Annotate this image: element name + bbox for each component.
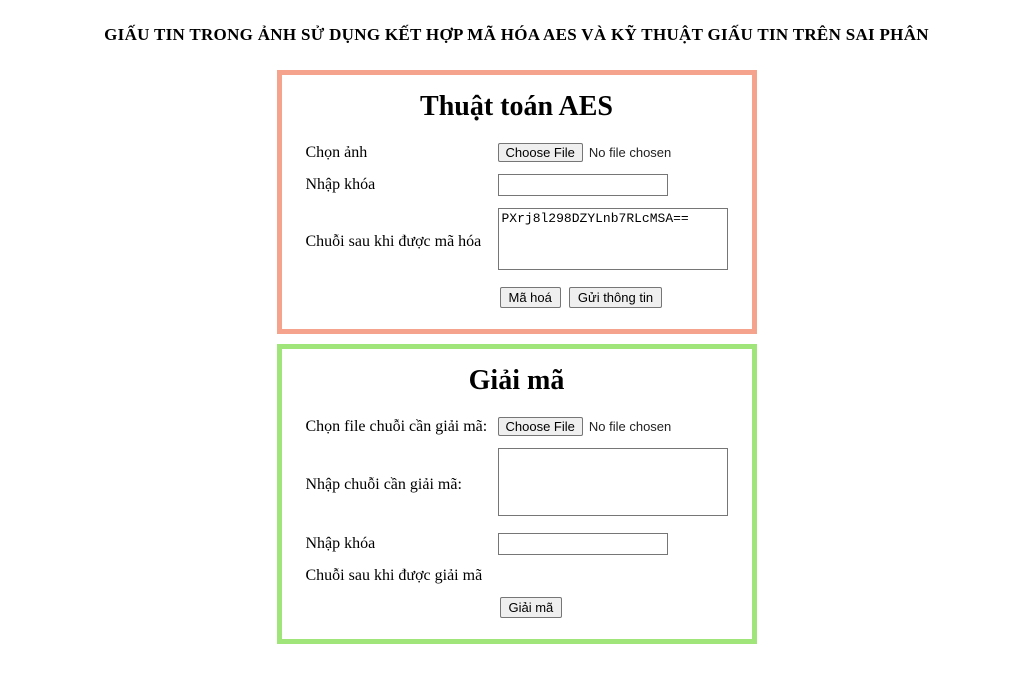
choose-image-file-input[interactable]: Choose File No file chosen — [498, 143, 672, 162]
encode-key-input[interactable] — [498, 174, 668, 196]
decode-heading: Giải mã — [302, 365, 732, 397]
encrypted-output-textarea[interactable]: PXrj8l298DZYLnb7RLcMSA== — [498, 208, 728, 270]
decrypt-button[interactable]: Giải mã — [500, 597, 563, 618]
encode-panel: Thuật toán AES Chọn ảnh Choose File No f… — [277, 70, 757, 334]
decrypted-output-label: Chuỗi sau khi được giải mã — [302, 561, 494, 591]
decode-key-label: Nhập khóa — [302, 527, 494, 561]
decode-input-string-textarea[interactable] — [498, 448, 728, 516]
send-info-button[interactable]: Gửi thông tin — [569, 287, 662, 308]
page-title: GIẤU TIN TRONG ẢNH SỬ DỤNG KẾT HỢP MÃ HÓ… — [0, 0, 1033, 60]
choose-file-button[interactable]: Choose File — [498, 417, 583, 436]
decode-key-input[interactable] — [498, 533, 668, 555]
choose-decode-file-input[interactable]: Choose File No file chosen — [498, 417, 672, 436]
choose-image-label: Chọn ảnh — [302, 137, 494, 168]
choose-file-button[interactable]: Choose File — [498, 143, 583, 162]
encode-key-label: Nhập khóa — [302, 168, 494, 202]
no-file-chosen-text: No file chosen — [589, 419, 671, 434]
no-file-chosen-text: No file chosen — [589, 145, 671, 160]
encrypt-button[interactable]: Mã hoá — [500, 287, 561, 308]
encode-heading: Thuật toán AES — [302, 91, 732, 123]
decode-input-string-label: Nhập chuỗi cần giải mã: — [302, 442, 494, 527]
choose-decode-file-label: Chọn file chuỗi cần giải mã: — [302, 411, 494, 442]
decrypted-output-value — [494, 561, 732, 591]
decode-panel: Giải mã Chọn file chuỗi cần giải mã: Cho… — [277, 344, 757, 644]
encrypted-output-label: Chuỗi sau khi được mã hóa — [302, 202, 494, 281]
